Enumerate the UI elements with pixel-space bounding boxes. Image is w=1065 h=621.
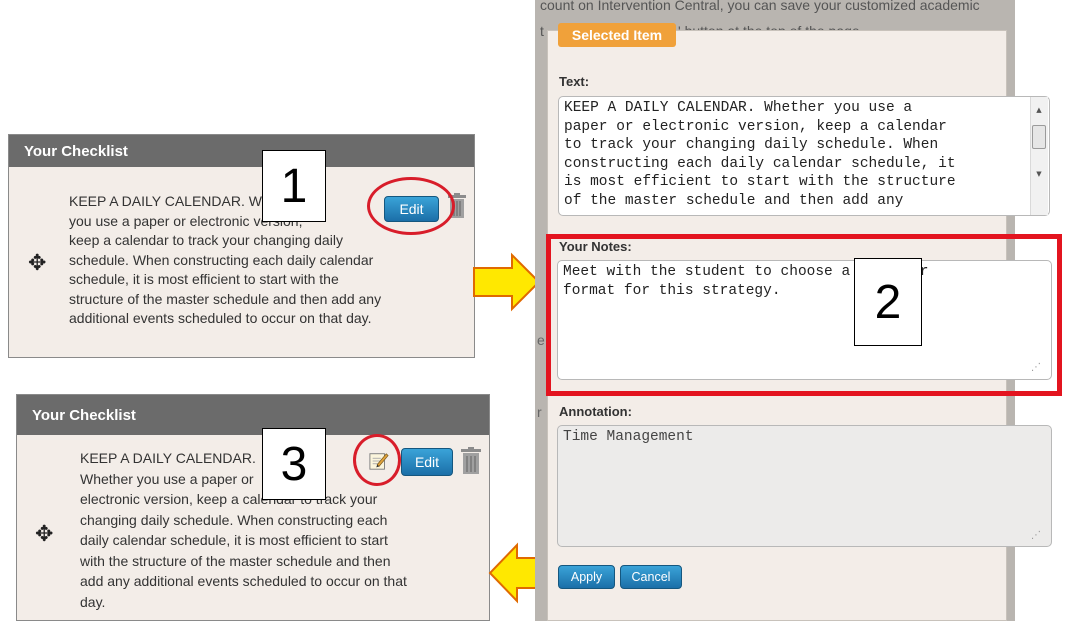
checklist-header: Your Checklist [17, 395, 489, 435]
backdrop-text: count on Intervention Central, you can s… [540, 0, 1010, 13]
text-field[interactable]: KEEP A DAILY CALENDAR. Whether you use a… [558, 96, 1050, 216]
item-line: with the structure of the master schedul… [80, 552, 391, 569]
trash-icon[interactable] [460, 447, 482, 475]
callout-3: 3 [262, 428, 326, 500]
item-line: schedule. When constructing each daily c… [69, 251, 374, 268]
note-highlight-ring [353, 434, 401, 486]
backdrop-fragment: t [540, 23, 544, 39]
backdrop-line: count on Intervention Central, you can s… [540, 0, 980, 13]
checklist-heading: Your Checklist [32, 406, 136, 424]
text-label: Text: [559, 74, 590, 89]
resize-grip-icon[interactable]: ⋰ [1031, 530, 1041, 541]
edit-highlight-ring [367, 177, 455, 235]
selected-item-tab: Selected Item [558, 23, 676, 47]
annotation-field[interactable]: Time Management [557, 425, 1052, 547]
callout-2: 2 [854, 258, 922, 346]
text-scrollbar[interactable] [1030, 97, 1048, 215]
apply-button[interactable]: Apply [558, 565, 615, 589]
edit-button[interactable]: Edit [401, 448, 453, 476]
move-arrows-icon[interactable]: ✥ [35, 522, 53, 547]
scroll-thumb[interactable] [1032, 125, 1046, 149]
move-arrows-icon[interactable]: ✥ [28, 251, 46, 276]
item-line: structure of the master schedule and the… [69, 290, 382, 307]
scroll-up-icon[interactable]: ▲ [1031, 106, 1047, 114]
checklist-header: Your Checklist [9, 135, 474, 167]
yellow-arrow-right-icon [473, 252, 541, 312]
notes-highlight-box [546, 234, 1062, 396]
item-line: additional events scheduled to occur on … [69, 310, 372, 326]
item-line: schedule, it is most efficient to start … [69, 271, 339, 287]
item-line: daily calendar schedule, it is most effi… [80, 532, 388, 548]
item-line: add any additional events scheduled to o… [80, 573, 407, 589]
backdrop-fragment: e [537, 332, 545, 348]
cancel-button[interactable]: Cancel [620, 565, 682, 589]
backdrop-fragment: r [537, 404, 542, 420]
item-line: day. [80, 593, 106, 610]
checklist-heading: Your Checklist [24, 142, 128, 160]
item-line: changing daily schedule. When constructi… [80, 511, 388, 528]
scroll-down-icon[interactable]: ▼ [1031, 170, 1047, 178]
annotation-label: Annotation: [559, 404, 632, 419]
callout-1: 1 [262, 150, 326, 222]
